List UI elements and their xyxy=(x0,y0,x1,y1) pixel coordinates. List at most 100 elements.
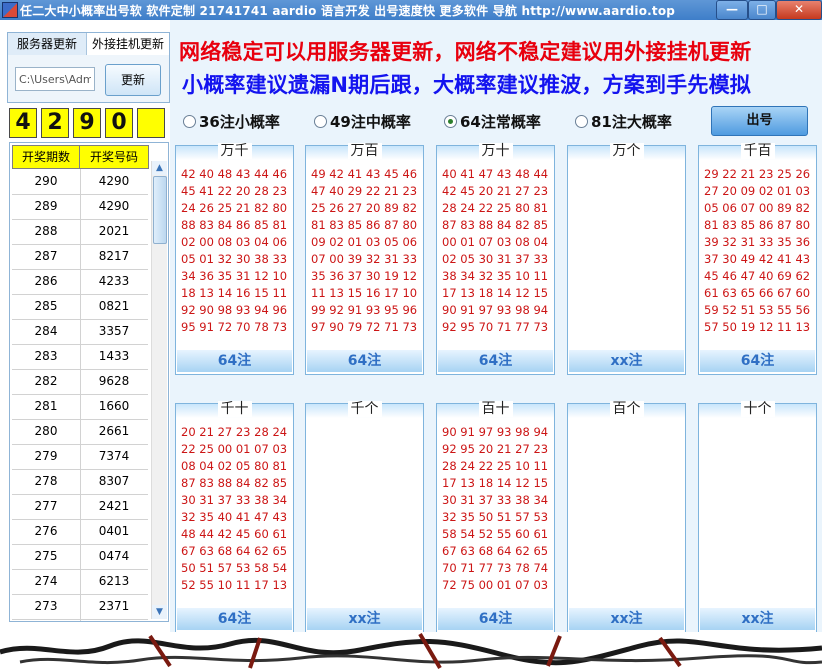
table-row: 287 8217 xyxy=(12,244,148,270)
number-line: 35 36 37 30 19 12 xyxy=(311,269,418,283)
card-count: xx注 xyxy=(307,608,422,630)
table-row: 279 7374 xyxy=(12,444,148,470)
tab-external-update[interactable]: 外接挂机更新 xyxy=(87,33,169,55)
number-line: 09 02 01 03 05 06 xyxy=(311,235,418,249)
banner-line-1: 网络稳定可以用服务器更新，网络不稳定建议用外接挂机更新 xyxy=(179,40,752,64)
number-cell: 9628 xyxy=(98,374,130,388)
window-title: 任二大中小概率出号软 软件定制 21741741 aardio 语言开发 出号速… xyxy=(20,4,676,18)
close-button[interactable]: ✕ xyxy=(776,0,822,20)
scroll-down-arrow-icon[interactable]: ▼ xyxy=(152,605,167,619)
card-numbers[interactable]: 29 22 21 23 25 26 27 20 09 02 01 03 05 06 … xyxy=(704,166,813,336)
period-cell: 287 xyxy=(34,249,58,263)
maximize-button[interactable]: □ xyxy=(748,0,776,20)
option-64[interactable]: 64注常概率 xyxy=(444,111,541,132)
number-line: 87 83 88 84 82 85 xyxy=(442,218,549,232)
number-line: 45 41 22 20 28 23 xyxy=(181,184,288,198)
result-card: 万个 xx注 xyxy=(567,143,686,375)
result-card: 千百 29 22 21 23 25 26 27 20 09 02 01 03 05 0… xyxy=(698,143,817,375)
decorative-calligraphy xyxy=(0,632,822,670)
card-label: 百十 xyxy=(478,401,513,417)
number-line: 05 01 32 30 38 33 xyxy=(181,252,288,266)
card-label-wrap: 万个 xyxy=(568,140,685,160)
radio-selected-icon[interactable] xyxy=(444,115,457,128)
card-numbers[interactable]: 40 41 47 43 48 44 42 45 20 21 27 23 28 24 … xyxy=(442,166,551,336)
number-line: 28 24 22 25 10 11 xyxy=(442,459,549,473)
card-numbers[interactable]: 49 42 41 43 45 46 47 40 29 22 21 23 25 26 … xyxy=(311,166,420,336)
card-label: 百个 xyxy=(609,401,644,417)
number-line: 32 35 40 41 47 43 xyxy=(181,510,288,524)
card-label: 十个 xyxy=(740,401,775,417)
card-label: 万个 xyxy=(609,143,644,159)
number-line: 05 06 07 00 89 82 xyxy=(704,201,811,215)
current-digit-5 xyxy=(137,108,165,138)
app-icon xyxy=(2,2,18,18)
number-line: 58 54 52 55 60 61 xyxy=(442,527,549,541)
number-line: 88 83 84 86 85 81 xyxy=(181,218,288,232)
period-cell: 289 xyxy=(34,199,58,213)
number-line: 97 90 79 72 71 73 xyxy=(311,320,418,334)
period-cell: 277 xyxy=(34,499,58,513)
number-cell: 2371 xyxy=(98,599,130,613)
number-cell: 0401 xyxy=(98,524,130,538)
number-line: 37 30 49 42 41 43 xyxy=(704,252,811,266)
history-header: 开奖期数 开奖号码 xyxy=(12,145,149,169)
radio-icon[interactable] xyxy=(314,115,327,128)
result-card: 百个 xx注 xyxy=(567,401,686,633)
number-line: 90 91 97 93 98 94 xyxy=(442,425,549,439)
table-row: 286 4233 xyxy=(12,269,148,295)
minimize-button[interactable]: — xyxy=(716,0,748,20)
path-input[interactable] xyxy=(15,67,95,91)
card-count: xx注 xyxy=(700,608,815,630)
option-36[interactable]: 36注小概率 xyxy=(183,111,280,132)
draw-button[interactable]: 出号 xyxy=(711,106,808,136)
number-line: 52 55 10 11 17 13 xyxy=(181,578,288,592)
number-line: 92 90 98 93 94 96 xyxy=(181,303,288,317)
number-line: 47 40 29 22 21 23 xyxy=(311,184,418,198)
card-count: 64注 xyxy=(177,608,292,630)
number-line: 95 91 72 70 78 73 xyxy=(181,320,288,334)
card-label-wrap: 百十 xyxy=(437,398,554,418)
number-cell: 8217 xyxy=(98,249,130,263)
tab-server-update[interactable]: 服务器更新 xyxy=(8,33,87,55)
history-scrollbar[interactable]: ▲ ▼ xyxy=(151,161,167,619)
number-line: 00 01 07 03 08 04 xyxy=(442,235,549,249)
option-label: 36注小概率 xyxy=(199,113,280,131)
number-line: 40 41 47 43 48 44 xyxy=(442,167,549,181)
option-81[interactable]: 81注大概率 xyxy=(575,111,672,132)
card-numbers[interactable]: 90 91 97 93 98 94 92 95 20 21 27 23 28 24 … xyxy=(442,424,551,594)
number-line: 87 83 88 84 82 85 xyxy=(181,476,288,490)
card-label-wrap: 万十 xyxy=(437,140,554,160)
number-cell: 6213 xyxy=(98,574,130,588)
scroll-thumb[interactable] xyxy=(153,176,167,244)
period-cell: 290 xyxy=(34,174,58,188)
update-button[interactable]: 更新 xyxy=(105,64,161,96)
table-row: 282 9628 xyxy=(12,369,148,395)
table-row: 290 4290 xyxy=(12,169,148,195)
number-line: 27 20 09 02 01 03 xyxy=(704,184,811,198)
number-cell: 0821 xyxy=(98,299,130,313)
table-row: 275 0474 xyxy=(12,544,148,570)
number-line: 57 50 19 12 11 13 xyxy=(704,320,811,334)
option-49[interactable]: 49注中概率 xyxy=(314,111,411,132)
radio-icon[interactable] xyxy=(183,115,196,128)
result-card: 千个 xx注 xyxy=(305,401,424,633)
period-cell: 281 xyxy=(34,399,58,413)
number-line: 59 52 51 53 55 56 xyxy=(704,303,811,317)
scroll-up-arrow-icon[interactable]: ▲ xyxy=(152,161,167,175)
card-numbers[interactable]: 42 40 48 43 44 46 45 41 22 20 28 23 24 26 … xyxy=(181,166,290,336)
card-label-wrap: 万百 xyxy=(306,140,423,160)
number-line: 81 83 85 86 87 80 xyxy=(704,218,811,232)
table-row: 285 0821 xyxy=(12,294,148,320)
current-digit-2: 2 xyxy=(41,108,69,138)
number-line: 11 13 15 16 17 10 xyxy=(311,286,418,300)
card-numbers[interactable]: 20 21 27 23 28 24 22 25 00 01 07 03 08 04 … xyxy=(181,424,290,594)
radio-icon[interactable] xyxy=(575,115,588,128)
option-label: 49注中概率 xyxy=(330,113,411,131)
period-cell: 279 xyxy=(34,449,58,463)
number-line: 30 31 37 33 38 34 xyxy=(181,493,288,507)
card-label: 千十 xyxy=(217,401,252,417)
number-line: 02 00 08 03 04 06 xyxy=(181,235,288,249)
card-label-wrap: 百个 xyxy=(568,398,685,418)
table-row: 284 3357 xyxy=(12,319,148,345)
period-cell: 285 xyxy=(34,299,58,313)
